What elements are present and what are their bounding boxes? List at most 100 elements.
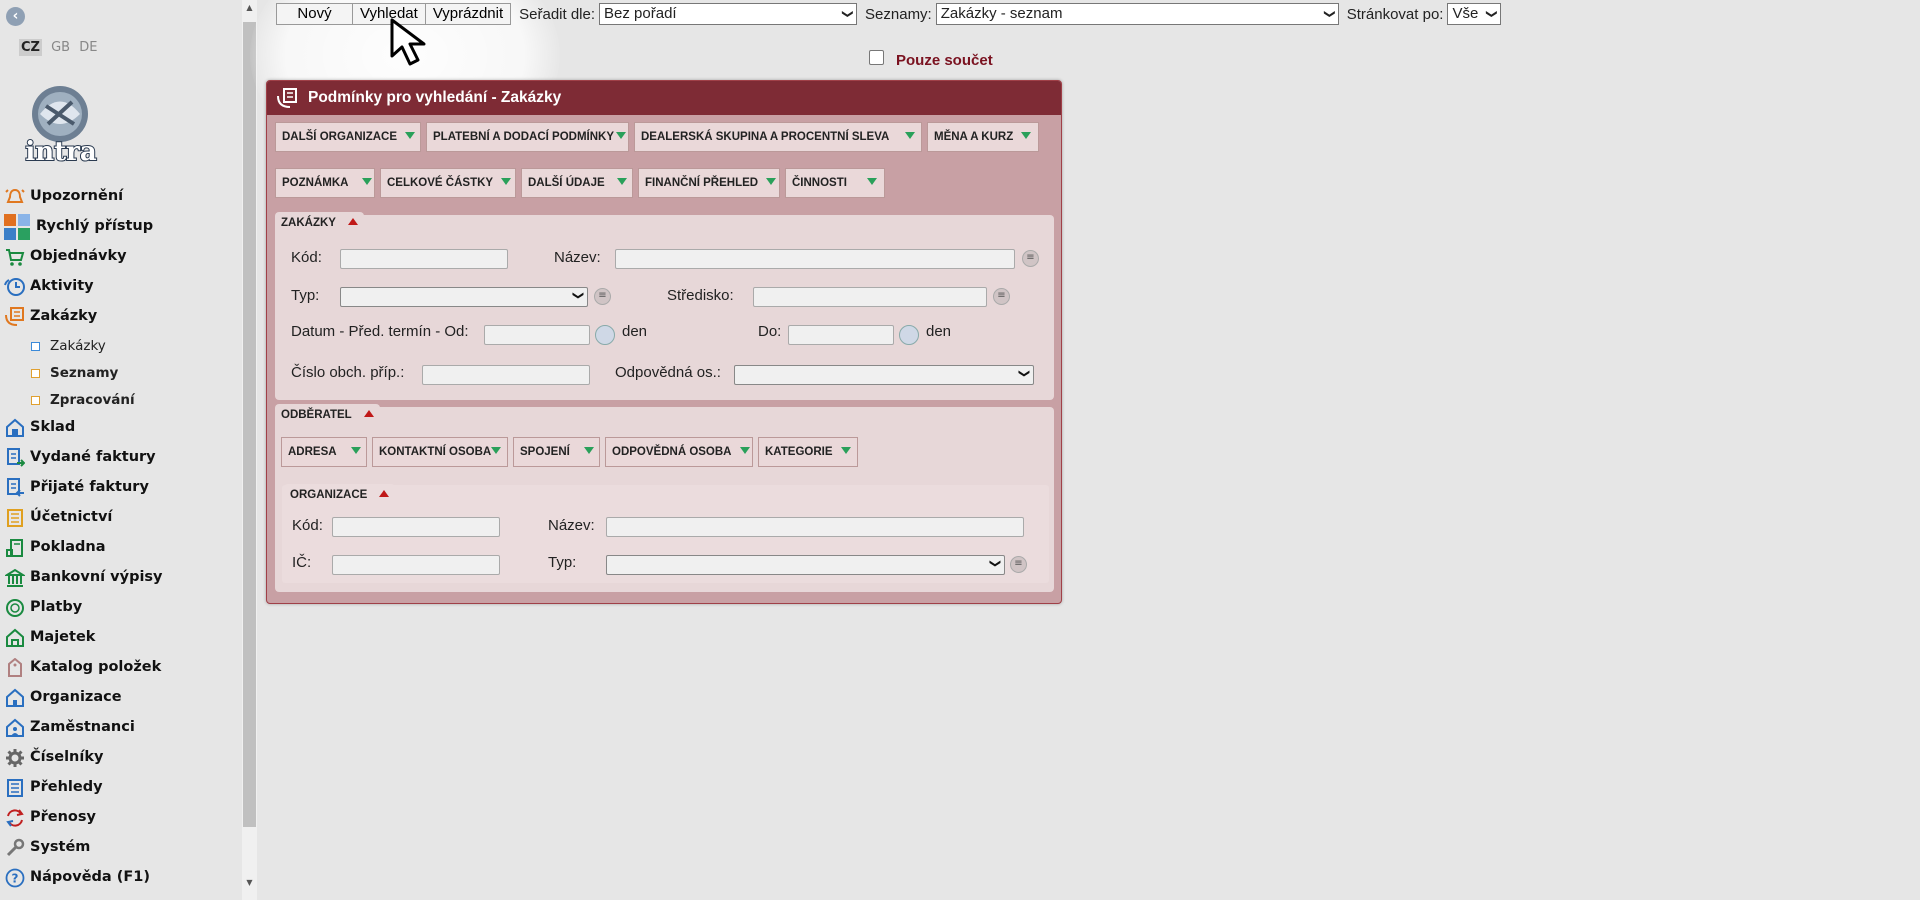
sort-select[interactable]: Bez pořadí ❯ <box>599 3 858 25</box>
submenu-item-zpracovani[interactable]: Zpracování <box>0 388 240 415</box>
section-title[interactable]: ZAKÁZKY <box>275 212 364 234</box>
expand-icon <box>866 178 877 185</box>
datum-do-input[interactable] <box>788 325 894 345</box>
tab-financni-prehled[interactable]: FINANČNÍ PŘEHLED <box>638 168 780 198</box>
tab-celkove-castky[interactable]: CELKOVÉ ČÁSTKY <box>380 168 516 198</box>
odpovedna-select[interactable]: ❯ <box>734 365 1034 385</box>
logo-text: intra <box>25 137 96 166</box>
tab-mena-kurz[interactable]: MĚNA A KURZ <box>927 122 1039 152</box>
kod-input[interactable] <box>340 249 508 269</box>
warehouse-icon <box>4 417 26 439</box>
menu-item-upozorneni[interactable]: Upozornění <box>0 184 240 214</box>
list-icon[interactable]: ≡ <box>1022 250 1039 267</box>
chevron-down-icon: ❯ <box>841 9 854 19</box>
list-icon[interactable]: ≡ <box>1010 556 1027 573</box>
menu-item-aktivity[interactable]: Aktivity <box>0 274 240 304</box>
expand-icon <box>616 178 627 185</box>
tab-platebni-podminky[interactable]: PLATEBNÍ A DODACÍ PODMÍNKY <box>426 122 629 152</box>
intra-logo[interactable]: intra <box>18 84 104 166</box>
lang-gb[interactable]: GB <box>51 40 70 55</box>
menu-label: Pokladna <box>30 539 106 555</box>
new-button[interactable]: Nový <box>276 3 353 25</box>
stredisko-input[interactable] <box>753 287 987 307</box>
tab-dealerska-skupina[interactable]: DEALERSKÁ SKUPINA A PROCENTNÍ SLEVA <box>634 122 922 152</box>
list-icon[interactable]: ≡ <box>594 288 611 305</box>
menu-item-napoveda[interactable]: ? Nápověda (F1) <box>0 865 240 895</box>
typ-select[interactable]: ❯ <box>340 287 588 307</box>
menu-item-pokladna[interactable]: Pokladna <box>0 535 240 565</box>
tab-adresa[interactable]: ADRESA <box>281 437 367 467</box>
menu-item-prenosy[interactable]: Přenosy <box>0 805 240 835</box>
menu-label: Bankovní výpisy <box>30 569 163 585</box>
nazev-label: Název: <box>554 249 601 266</box>
menu-label: Zakázky <box>30 308 98 324</box>
sum-only-label[interactable]: Pouze součet <box>896 52 993 69</box>
tab-dalsi-organizace[interactable]: DALŠÍ ORGANIZACE <box>275 122 421 152</box>
sidebar: ‹ CZ GB DE intra Upozornění Rychlý příst… <box>0 0 240 900</box>
tab-spojeni[interactable]: SPOJENÍ <box>513 437 600 467</box>
tab-kontaktni-osoba[interactable]: KONTAKTNÍ OSOBA <box>372 437 508 467</box>
paging-select[interactable]: Vše ❯ <box>1447 3 1502 25</box>
submenu-item-zakazky[interactable]: Zakázky <box>0 334 240 361</box>
menu-label: Účetnictví <box>30 509 113 525</box>
den-label: den <box>622 323 648 340</box>
lists-select[interactable]: Zakázky - seznam ❯ <box>935 3 1339 25</box>
org-typ-select[interactable]: ❯ <box>606 555 1005 575</box>
lang-cz[interactable]: CZ <box>19 39 42 56</box>
scrollbar-thumb[interactable] <box>243 22 256 827</box>
tab-label: FINANČNÍ PŘEHLED <box>645 177 759 189</box>
menu-label: Přenosy <box>30 809 96 825</box>
org-nazev-input[interactable] <box>606 517 1024 537</box>
menu-item-vydane-faktury[interactable]: Vydané faktury <box>0 445 240 475</box>
menu-item-organizace[interactable]: Organizace <box>0 685 240 715</box>
menu-item-katalog-polozek[interactable]: Katalog položek <box>0 655 240 685</box>
submenu-item-seznamy[interactable]: Seznamy <box>0 361 240 388</box>
org-kod-input[interactable] <box>332 517 500 537</box>
menu-label: Systém <box>30 839 91 855</box>
menu-item-majetek[interactable]: Majetek <box>0 625 240 655</box>
menu-item-bankovni-vypisy[interactable]: Bankovní výpisy <box>0 565 240 595</box>
folder-icon <box>31 369 40 378</box>
submenu-label: Seznamy <box>50 365 119 381</box>
tab-kategorie[interactable]: KATEGORIE <box>758 437 858 467</box>
datum-od-input[interactable] <box>484 325 590 345</box>
section-organizace: ORGANIZACE Kód: Název: IČ: Typ: ❯ ≡ <box>282 484 1049 583</box>
menu-item-prijate-faktury[interactable]: Přijaté faktury <box>0 475 240 505</box>
tab-cinnosti[interactable]: ČINNOSTI <box>785 168 885 198</box>
chevron-left-icon[interactable]: ‹ <box>6 7 25 26</box>
section-odberatel: ODBĚRATEL ADRESA KONTAKTNÍ OSOBA SPOJENÍ… <box>275 404 1054 592</box>
tab-dalsi-udaje[interactable]: DALŠÍ ÚDAJE <box>521 168 633 198</box>
invoice-in-icon <box>4 477 26 499</box>
menu-item-prehledy[interactable]: Přehledy <box>0 775 240 805</box>
menu-item-system[interactable]: Systém <box>0 835 240 865</box>
lang-de[interactable]: DE <box>79 40 97 55</box>
section-title[interactable]: ORGANIZACE <box>284 484 396 506</box>
menu-label: Přehledy <box>30 779 103 795</box>
menu-item-zamestnanci[interactable]: Zaměstnanci <box>0 715 240 745</box>
expand-icon <box>766 178 777 185</box>
menu-item-objednavky[interactable]: Objednávky <box>0 244 240 274</box>
scroll-up-icon[interactable]: ▲ <box>242 3 257 17</box>
menu-item-rychly-pristup[interactable]: Rychlý přístup <box>0 214 240 244</box>
panel-title: Podmínky pro vyhledání - Zakázky <box>308 89 562 106</box>
org-ic-input[interactable] <box>332 555 500 575</box>
menu-item-sklad[interactable]: Sklad <box>0 415 240 445</box>
clock-icon <box>4 276 26 298</box>
org-ic-label: IČ: <box>292 554 312 571</box>
section-title[interactable]: ODBĚRATEL <box>275 404 380 426</box>
sum-only-checkbox[interactable] <box>869 50 884 65</box>
menu-item-zakazky[interactable]: Zakázky <box>0 304 240 334</box>
nazev-input[interactable] <box>615 249 1015 269</box>
calendar-icon[interactable] <box>899 325 919 345</box>
scroll-down-icon[interactable]: ▼ <box>242 878 257 892</box>
gear-icon <box>4 747 26 769</box>
menu-item-ucetnictvi[interactable]: Účetnictví <box>0 505 240 535</box>
calendar-icon[interactable] <box>595 325 615 345</box>
tab-odpovedna-osoba[interactable]: ODPOVĚDNÁ OSOBA <box>605 437 753 467</box>
menu-item-platby[interactable]: Platby <box>0 595 240 625</box>
cislo-input[interactable] <box>422 365 590 385</box>
menu-item-ciselniky[interactable]: Číselníky <box>0 745 240 775</box>
sync-icon <box>4 807 26 829</box>
tab-poznamka[interactable]: POZNÁMKA <box>275 168 375 198</box>
list-icon[interactable]: ≡ <box>993 288 1010 305</box>
